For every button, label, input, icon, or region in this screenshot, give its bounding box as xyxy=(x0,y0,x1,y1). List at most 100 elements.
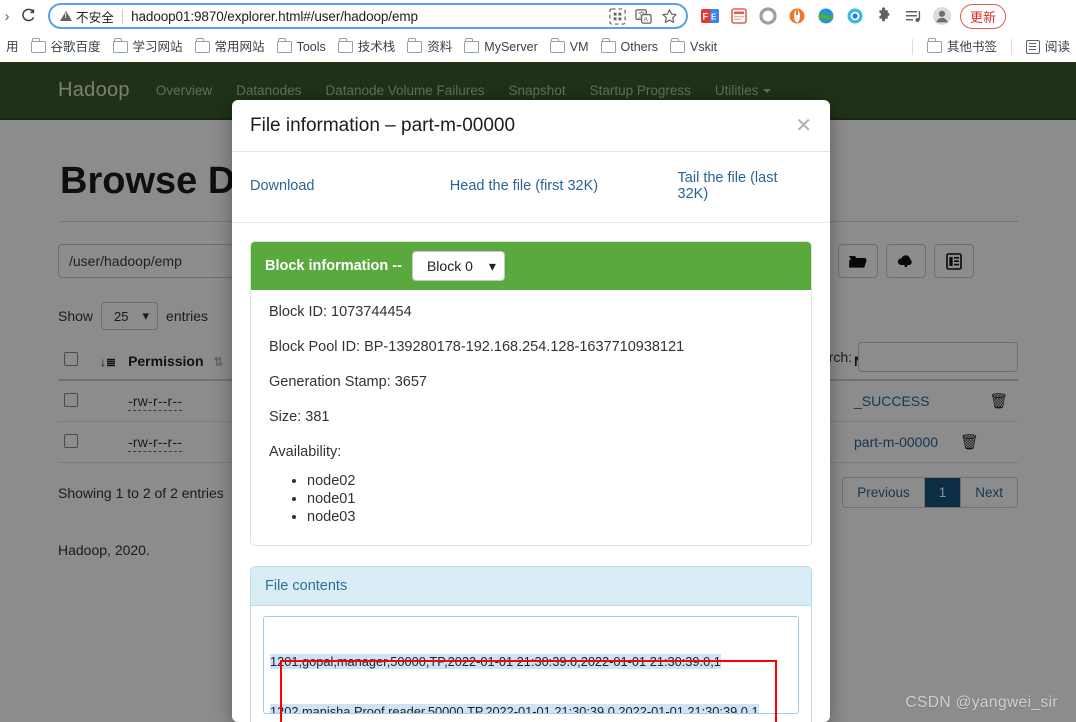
availability-node-list: node02 node01 node03 xyxy=(269,473,793,525)
list-item: node02 xyxy=(307,473,793,489)
browser-chrome: › 不安全 hadoop01:9870/explorer.html#/user/… xyxy=(0,0,1076,62)
bookmark-item-partial[interactable]: 用 xyxy=(0,39,25,56)
address-bar[interactable]: 不安全 hadoop01:9870/explorer.html#/user/ha… xyxy=(48,3,688,29)
file-contents-panel: File contents 1201,gopal,manager,50000,T… xyxy=(250,566,812,722)
folder-icon xyxy=(30,38,46,53)
reading-list-label: 阅读 xyxy=(1044,39,1070,54)
close-icon[interactable]: ✕ xyxy=(795,116,812,136)
file-content-line: 1201,gopal,manager,50000,TP,2022-01-01 2… xyxy=(270,654,792,671)
security-label: 不安全 xyxy=(76,10,115,25)
bookmark-label: 技术栈 xyxy=(357,39,396,54)
bookmark-label: 常用网站 xyxy=(214,39,265,54)
folder-icon xyxy=(194,38,210,53)
file-contents-textarea[interactable]: 1201,gopal,manager,50000,TP,2022-01-01 2… xyxy=(263,616,799,714)
folder-icon xyxy=(670,38,686,53)
file-contents-header: File contents xyxy=(251,567,811,606)
size-text: Size: 381 xyxy=(269,409,330,425)
opera-extension-icon[interactable] xyxy=(787,6,807,26)
notes-extension-icon[interactable] xyxy=(729,6,749,26)
svg-text:F: F xyxy=(703,12,709,22)
bookmark-item-other-bookmarks[interactable]: 其他书签 xyxy=(921,38,1003,56)
bookmark-label: Vskit xyxy=(690,39,718,54)
generation-stamp-text: Generation Stamp: 3657 xyxy=(269,374,427,390)
download-link[interactable]: Download xyxy=(250,178,450,194)
modal-action-links: Download Head the file (first 32K) Tail … xyxy=(232,152,830,223)
list-item: node03 xyxy=(307,509,793,525)
block-id-text: Block ID: 1073744454 xyxy=(269,304,412,320)
bookmark-item-materials[interactable]: 资料 xyxy=(401,38,458,56)
block-information-header: Block information -- Block 0 ▾ xyxy=(251,242,811,290)
file-information-modal: File information – part-m-00000 ✕ Downlo… xyxy=(232,100,830,722)
head-file-link-text[interactable]: Head the file (first 32K) xyxy=(450,178,598,194)
globe-extension-icon[interactable] xyxy=(816,6,836,26)
circle-extension-icon[interactable] xyxy=(758,6,778,26)
head-file-link[interactable]: Head the file (first 32K) xyxy=(450,178,678,194)
bookmark-item-myserver[interactable]: MyServer xyxy=(458,38,543,56)
svg-text:E: E xyxy=(711,13,717,22)
folder-icon xyxy=(926,38,942,53)
bookmarks-divider xyxy=(911,39,913,55)
tail-file-link-text[interactable]: Tail the file (last 32K) xyxy=(678,170,778,202)
bookmark-label: 资料 xyxy=(427,39,453,54)
omnibox-divider xyxy=(122,8,124,24)
folder-icon xyxy=(464,38,480,53)
translate-icon[interactable]: 文 A xyxy=(635,8,652,25)
svg-text:A: A xyxy=(644,16,649,23)
folder-icon xyxy=(276,38,292,53)
block-select[interactable]: Block 0 ▾ xyxy=(411,251,505,281)
download-link-text[interactable]: Download xyxy=(250,178,315,194)
block-information-panel: Block information -- Block 0 ▾ Block ID:… xyxy=(250,241,812,546)
fe-extension-icon[interactable]: FE xyxy=(700,6,720,26)
watermark: CSDN @yangwei_sir xyxy=(905,694,1058,711)
reading-list-button[interactable]: 阅读 xyxy=(1020,38,1076,56)
tail-file-link[interactable]: Tail the file (last 32K) xyxy=(678,170,812,202)
file-content-line: 1202,manisha,Proof reader,50000,TP,2022-… xyxy=(270,703,792,713)
folder-icon xyxy=(549,38,565,53)
bookmark-label: 用 xyxy=(6,39,19,54)
bookmark-star-icon[interactable] xyxy=(661,8,678,25)
block-information-body: Block ID: 1073744454 Block Pool ID: BP-1… xyxy=(251,290,811,545)
media-list-icon[interactable] xyxy=(903,6,923,26)
reload-icon[interactable] xyxy=(14,4,42,28)
bookmark-item-tech-stack[interactable]: 技术栈 xyxy=(332,38,402,56)
not-secure-warning-icon xyxy=(60,11,72,21)
bookmark-label: 其他书签 xyxy=(946,39,997,54)
folder-icon xyxy=(407,38,423,53)
bookmark-label: Tools xyxy=(296,39,326,54)
bookmark-item-vskit[interactable]: Vskit xyxy=(664,38,723,56)
bookmark-item-tools[interactable]: Tools xyxy=(271,38,332,56)
browser-toolbar: › 不安全 hadoop01:9870/explorer.html#/user/… xyxy=(0,0,1076,32)
puzzle-extensions-icon[interactable] xyxy=(874,6,894,26)
block-information-label: Block information -- xyxy=(265,258,402,274)
folder-icon xyxy=(112,38,128,53)
back-arrow-icon[interactable]: › xyxy=(0,9,14,24)
qr-code-icon[interactable] xyxy=(609,7,626,25)
url-text[interactable]: hadoop01:9870/explorer.html#/user/hadoop… xyxy=(131,9,609,24)
bookmark-item-study-sites[interactable]: 学习网站 xyxy=(107,38,189,56)
bookmark-item-others[interactable]: Others xyxy=(595,38,665,56)
reload-icon-svg xyxy=(22,8,35,22)
bookmark-item-vm[interactable]: VM xyxy=(544,38,595,56)
block-pool-id-text: Block Pool ID: BP-139280178-192.168.254.… xyxy=(269,339,685,355)
profile-avatar-icon[interactable] xyxy=(932,6,952,26)
folder-icon xyxy=(600,38,616,53)
file-contents-body: 1201,gopal,manager,50000,TP,2022-01-01 2… xyxy=(251,606,811,722)
bookmark-label: 学习网站 xyxy=(132,39,183,54)
bookmark-label: VM xyxy=(569,39,589,54)
bookmark-item-google-baidu[interactable]: 谷歌百度 xyxy=(25,38,107,56)
omnibox-actions: 文 A xyxy=(609,7,678,25)
chevron-down-icon: ▾ xyxy=(488,257,496,274)
bookmarks-divider xyxy=(1010,39,1012,55)
file-content-line-text: 1201,gopal,manager,50000,TP,2022-01-01 2… xyxy=(270,654,721,670)
eye-extension-icon[interactable] xyxy=(845,6,865,26)
folder-icon xyxy=(337,38,353,53)
file-content-line-text: 1202,manisha,Proof reader,50000,TP,2022-… xyxy=(270,703,759,713)
availability-label: Availability: xyxy=(269,444,342,460)
block-select-value: Block 0 xyxy=(426,258,473,274)
update-button[interactable]: 更新 xyxy=(960,3,1007,29)
reading-list-icon xyxy=(1025,40,1040,54)
bookmark-label: Others xyxy=(620,39,659,54)
modal-title: File information – part-m-00000 xyxy=(250,114,516,136)
bookmark-item-common-sites[interactable]: 常用网站 xyxy=(189,38,271,56)
bookmarks-bar: 用 谷歌百度 学习网站 常用网站 Tools 技术栈 资料 MyServer V… xyxy=(0,32,1076,62)
